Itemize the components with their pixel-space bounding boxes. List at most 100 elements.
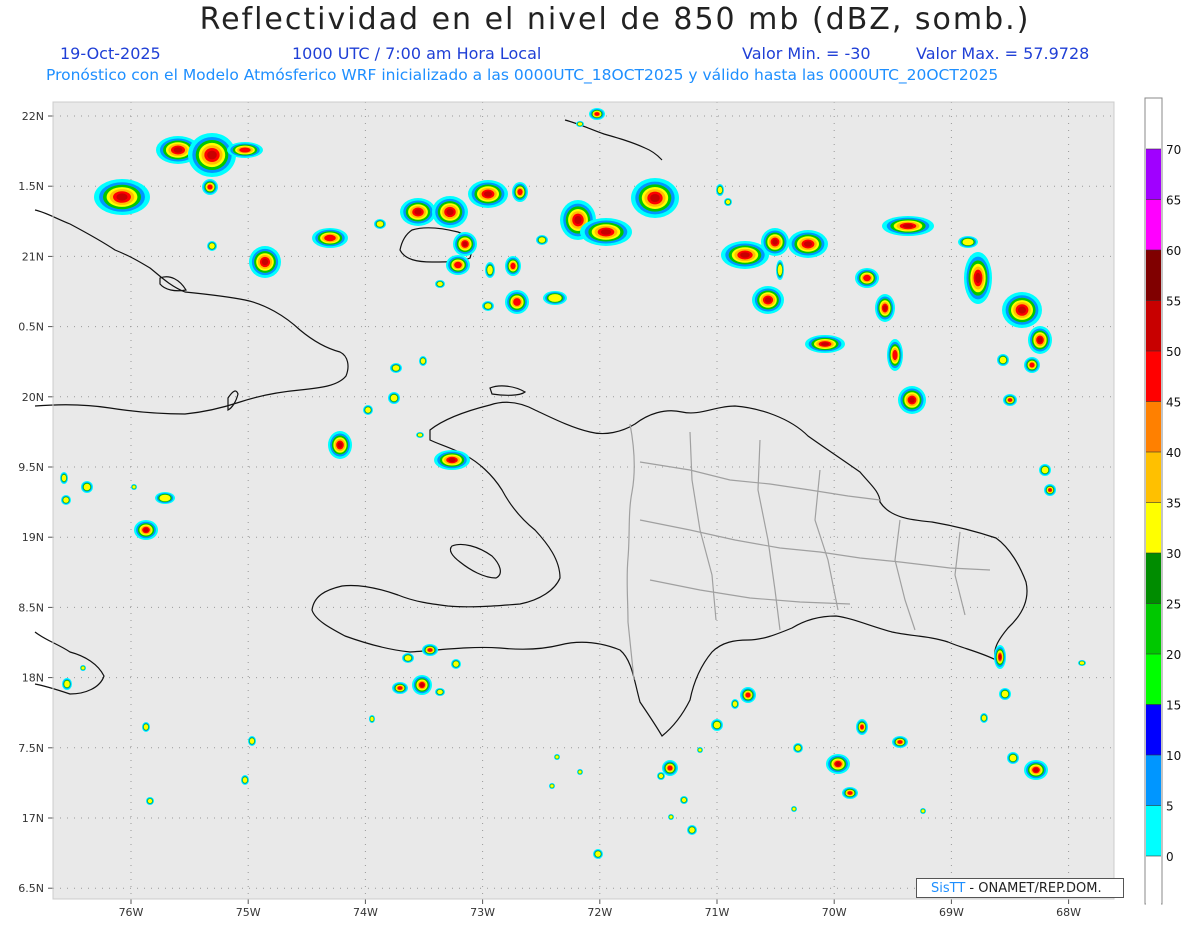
reflectivity-contour — [897, 740, 903, 744]
reflectivity-cell — [1044, 484, 1056, 496]
reflectivity-cell — [485, 262, 495, 278]
lat-tick-label: 6.5N — [18, 882, 44, 895]
colorbar-segment — [1146, 502, 1161, 553]
reflectivity-cell — [1024, 357, 1040, 373]
reflectivity-contour — [337, 442, 343, 448]
reflectivity-cell — [589, 108, 605, 120]
reflectivity-cell — [892, 736, 908, 748]
reflectivity-contour — [513, 298, 521, 306]
lat-tick-label: 9.5N — [18, 461, 44, 474]
lon-tick-label: 73W — [470, 906, 495, 919]
reflectivity-cell — [716, 184, 724, 196]
reflectivity-contour — [64, 680, 70, 688]
reflectivity-cell — [668, 814, 674, 820]
reflectivity-cell — [994, 645, 1006, 669]
reflectivity-cell — [549, 783, 555, 789]
reflectivity-contour — [981, 715, 987, 721]
reflectivity-cell — [999, 688, 1011, 700]
lon-tick-label: 68W — [1056, 906, 1081, 919]
reflectivity-cell — [761, 228, 789, 256]
reflectivity-contour — [975, 272, 981, 284]
reflectivity-contour — [453, 661, 459, 667]
reflectivity-contour — [376, 221, 384, 227]
reflectivity-contour — [600, 229, 612, 235]
reflectivity-contour — [143, 724, 149, 730]
reflectivity-cell — [577, 769, 583, 775]
reflectivity-cell — [155, 492, 175, 504]
reflectivity-cell — [432, 196, 468, 228]
reflectivity-cell — [390, 363, 402, 373]
reflectivity-contour — [578, 770, 582, 774]
reflectivity-cell — [328, 431, 352, 459]
reflectivity-contour — [595, 851, 601, 857]
reflectivity-contour — [764, 297, 772, 303]
reflectivity-contour — [517, 188, 523, 196]
reflectivity-contour — [745, 692, 751, 698]
reflectivity-cell — [451, 659, 461, 669]
reflectivity-contour — [487, 265, 493, 275]
reflectivity-cell — [248, 736, 256, 746]
reflectivity-contour — [538, 237, 546, 243]
reflectivity-contour — [821, 342, 829, 346]
reflectivity-contour — [446, 208, 454, 216]
colorbar-label: 45 — [1166, 396, 1181, 410]
colorbar-segment — [1146, 452, 1161, 503]
reflectivity-cell — [788, 230, 828, 258]
reflectivity-contour — [1037, 337, 1043, 343]
reflectivity-cell — [388, 392, 400, 404]
reflectivity-cell — [687, 825, 697, 835]
reflectivity-cell — [855, 268, 879, 288]
reflectivity-cell — [422, 644, 438, 656]
reflectivity-contour — [397, 686, 403, 690]
colorbar-segment — [1146, 856, 1161, 907]
reflectivity-cell — [1024, 760, 1048, 780]
reflectivity-contour — [159, 494, 171, 502]
reflectivity-contour — [209, 243, 215, 249]
lat-tick-label: 0.5N — [18, 321, 44, 334]
reflectivity-contour — [454, 261, 462, 269]
reflectivity-cell — [505, 256, 521, 276]
reflectivity-cell — [1007, 752, 1019, 764]
reflectivity-contour — [132, 485, 136, 489]
colorbar-label: 15 — [1166, 699, 1181, 713]
lat-tick-label: 18N — [22, 672, 44, 685]
reflectivity-contour — [574, 216, 582, 224]
colorbar-segment — [1146, 250, 1161, 301]
reflectivity-cell — [419, 356, 427, 366]
reflectivity-contour — [577, 122, 583, 126]
colorbar-label: 30 — [1166, 547, 1181, 561]
reflectivity-contour — [555, 755, 559, 759]
reflectivity-contour — [448, 458, 456, 462]
reflectivity-contour — [998, 654, 1002, 660]
reflectivity-contour — [1018, 306, 1026, 314]
lon-tick-label: 70W — [822, 906, 847, 919]
reflectivity-contour — [1048, 488, 1052, 492]
reflectivity-cell — [875, 294, 895, 322]
reflectivity-contour — [698, 748, 702, 752]
reflectivity-contour — [392, 365, 400, 371]
reflectivity-contour — [772, 239, 778, 245]
reflectivity-cell — [249, 246, 281, 278]
reflectivity-contour — [1033, 768, 1039, 772]
reflectivity-contour — [63, 497, 69, 503]
sistt-logo: SisTT — [931, 881, 966, 896]
reflectivity-cell — [842, 787, 858, 799]
colorbar-label: 0 — [1166, 850, 1174, 864]
colorbar-label: 35 — [1166, 497, 1181, 511]
reflectivity-cell — [446, 255, 470, 275]
reflectivity-contour — [847, 791, 853, 795]
reflectivity-contour — [804, 241, 812, 247]
colorbar-segment — [1146, 199, 1161, 250]
credit-box: SisTT - ONAMET/REP.DOM. — [916, 878, 1124, 898]
reflectivity-contour — [414, 209, 422, 215]
lat-tick-label: 7.5N — [18, 742, 44, 755]
reflectivity-cell — [81, 481, 93, 493]
colorbar: 7065605550454035302520151050 — [1146, 143, 1181, 907]
colorbar-label: 40 — [1166, 446, 1181, 460]
lat-tick-label: 21N — [22, 250, 44, 263]
reflectivity-cell — [805, 335, 845, 353]
reflectivity-cell — [920, 808, 926, 814]
colorbar-segment — [1146, 755, 1161, 806]
reflectivity-contour — [437, 281, 443, 287]
colorbar-label: 10 — [1166, 749, 1181, 763]
